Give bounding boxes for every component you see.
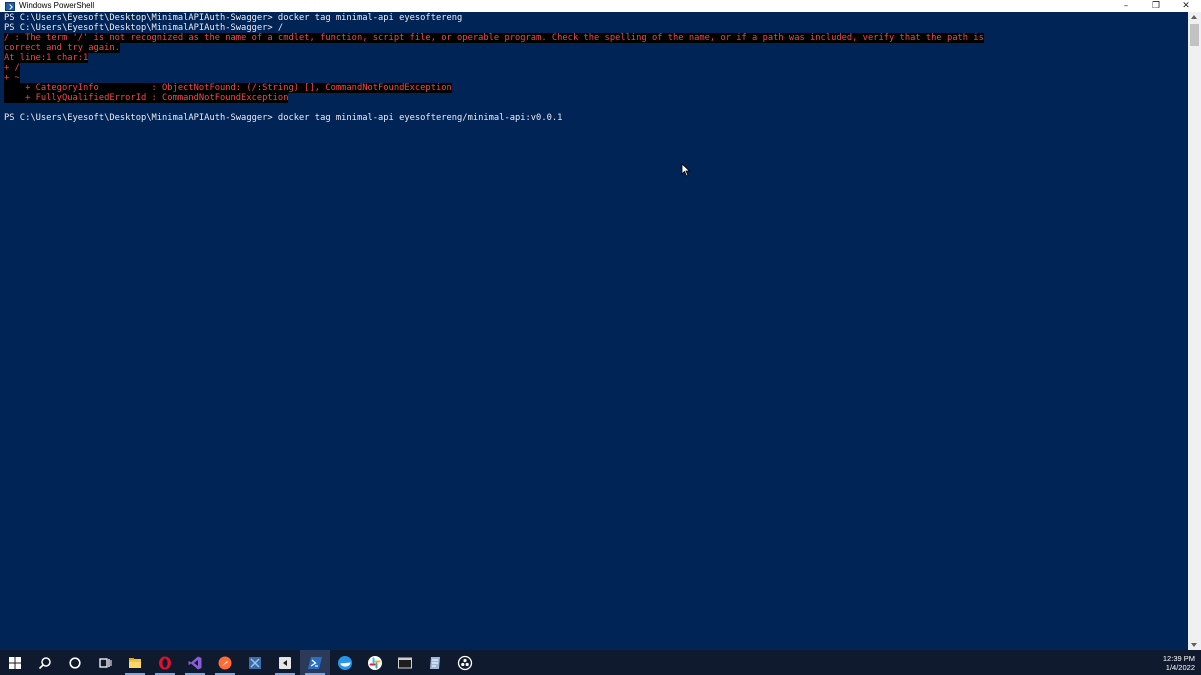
- console-command-line: PS C:\Users\Eyesoft\Desktop\MinimalAPIAu…: [4, 13, 463, 23]
- restore-button[interactable]: ❐: [1141, 0, 1171, 12]
- console-command-line: PS C:\Users\Eyesoft\Desktop\MinimalAPIAu…: [4, 23, 284, 33]
- taskbar-notes[interactable]: [420, 650, 450, 675]
- mouse-pointer-icon: [681, 163, 691, 177]
- taskbar-terminal[interactable]: [390, 650, 420, 675]
- taskbar-remote-desktop[interactable]: [240, 650, 270, 675]
- console-error-line: At line:1 char:1: [4, 53, 1180, 63]
- powershell-app-icon: [5, 1, 15, 11]
- error-text: At line:1 char:1: [4, 53, 89, 63]
- task-view-button[interactable]: [90, 650, 120, 675]
- console-error-line: + /: [4, 63, 1180, 73]
- scroll-up-arrow-icon[interactable]: [1191, 15, 1197, 19]
- console-area[interactable]: PS C:\Users\Eyesoft\Desktop\MinimalAPIAu…: [0, 12, 1201, 650]
- search-button[interactable]: [30, 650, 60, 675]
- error-text: + FullyQualifiedErrorId : CommandNotFoun…: [4, 93, 289, 103]
- taskbar-obs[interactable]: [450, 650, 480, 675]
- start-icon: [9, 656, 21, 669]
- scrollbar-thumb[interactable]: [1190, 24, 1199, 46]
- console-error-line: / : The term '/' is not recognized as th…: [4, 33, 1180, 43]
- console-error-line: + CategoryInfo : ObjectNotFound: (/:Stri…: [4, 83, 1180, 93]
- error-text: correct and try again.: [4, 43, 120, 53]
- clock-time: 12:39 PM: [1162, 653, 1195, 663]
- taskbar-file-explorer[interactable]: [120, 650, 150, 675]
- camtasia-icon: [279, 656, 291, 669]
- postman-icon: [218, 656, 232, 669]
- window-controls: – ❐ ✕: [1111, 0, 1201, 12]
- system-clock[interactable]: 12:39 PM 1/4/2022: [1163, 650, 1195, 675]
- console-error-line: correct and try again.: [4, 43, 1180, 53]
- minimize-button[interactable]: –: [1111, 0, 1141, 12]
- error-text: / : The term '/' is not recognized as th…: [4, 33, 984, 43]
- taskbar-docker[interactable]: [330, 650, 360, 675]
- console-error-line: + ~: [4, 73, 1180, 83]
- error-text: + ~: [4, 73, 20, 83]
- obs-icon: [457, 655, 473, 670]
- console-command-line: PS C:\Users\Eyesoft\Desktop\MinimalAPIAu…: [4, 113, 563, 123]
- search-icon: [38, 656, 51, 669]
- notes-icon: [430, 656, 440, 669]
- taskbar-camtasia[interactable]: [270, 650, 300, 675]
- taskbar: 12:39 PM 1/4/2022: [0, 650, 1201, 675]
- error-text: + /: [4, 63, 20, 73]
- terminal-icon: [398, 657, 412, 668]
- window-titlebar[interactable]: Windows PowerShell – ❐ ✕: [0, 0, 1201, 12]
- cortana-icon: [69, 656, 81, 669]
- cortana-button[interactable]: [60, 650, 90, 675]
- console-output[interactable]: PS C:\Users\Eyesoft\Desktop\MinimalAPIAu…: [4, 13, 1180, 123]
- error-text: + CategoryInfo : ObjectNotFound: (/:Stri…: [4, 83, 452, 93]
- vertical-scrollbar[interactable]: [1188, 12, 1201, 650]
- opera-icon: [159, 656, 171, 669]
- task-view-icon: [99, 657, 112, 668]
- scroll-down-arrow-icon[interactable]: [1191, 643, 1197, 647]
- taskbar-opera[interactable]: [150, 650, 180, 675]
- close-button[interactable]: ✕: [1171, 0, 1201, 12]
- taskbar-visual-studio[interactable]: [180, 650, 210, 675]
- slack-icon: [368, 655, 382, 670]
- clock-date: 1/4/2022: [1165, 662, 1195, 672]
- window-title: Windows PowerShell: [19, 1, 95, 10]
- console-error-line: + FullyQualifiedErrorId : CommandNotFoun…: [4, 93, 1180, 103]
- powershell-icon: [308, 656, 322, 669]
- taskbar-powershell[interactable]: [300, 650, 330, 675]
- visual-studio-icon: [188, 656, 202, 669]
- taskbar-postman[interactable]: [210, 650, 240, 675]
- file-explorer-icon: [129, 657, 141, 668]
- start-button[interactable]: [0, 650, 30, 675]
- taskbar-slack[interactable]: [360, 650, 390, 675]
- remote-desktop-icon: [249, 656, 261, 669]
- docker-icon: [338, 655, 352, 670]
